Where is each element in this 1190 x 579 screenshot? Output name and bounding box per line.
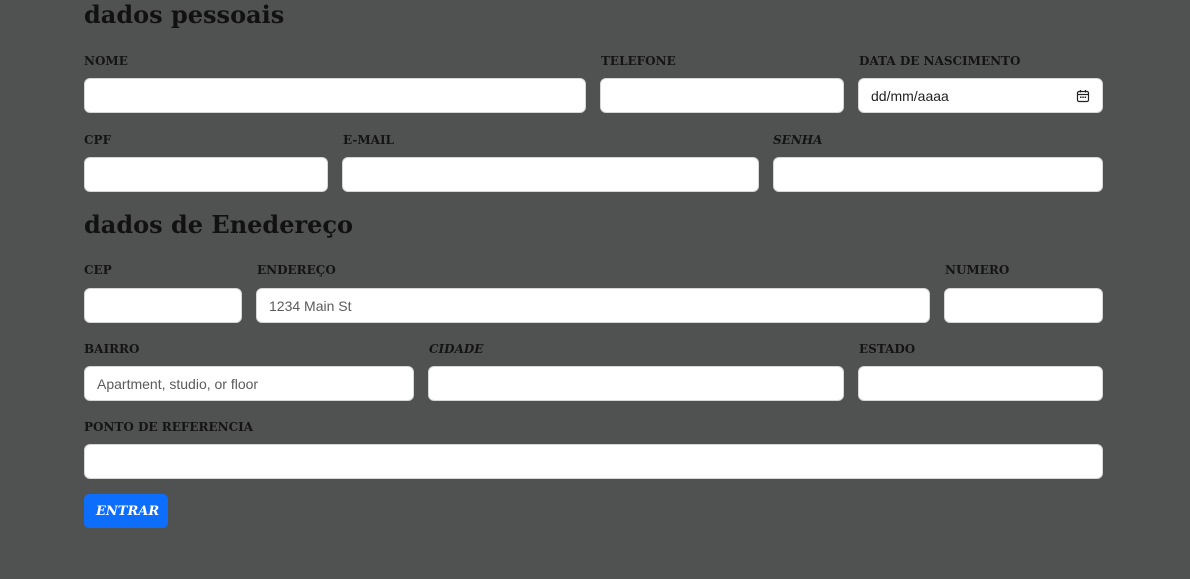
bairro-label: BAIRRO (84, 342, 140, 356)
referencia-label: PONTO DE REFERENCIA (84, 420, 254, 434)
nome-input[interactable] (84, 78, 586, 113)
address-heading: dados de Enedereço (84, 210, 353, 239)
endereco-label: ENDEREÇO (257, 263, 336, 277)
calendar-icon[interactable] (1076, 89, 1090, 103)
nascimento-label: DATA DE NASCIMENTO (859, 54, 1021, 68)
submit-button[interactable]: ENTRAR (84, 494, 168, 528)
nascimento-date-input[interactable]: dd/mm/aaaa (858, 78, 1103, 113)
senha-input[interactable] (773, 157, 1103, 192)
cpf-label: CPF (84, 133, 112, 147)
nome-label: NOME (84, 54, 128, 68)
cpf-input[interactable] (84, 157, 328, 192)
estado-label: ESTADO (859, 342, 916, 356)
telefone-label: TELEFONE (601, 54, 676, 68)
cep-label: CEP (84, 263, 112, 277)
cep-input[interactable] (84, 288, 242, 323)
endereco-input[interactable] (256, 288, 930, 323)
numero-input[interactable] (944, 288, 1103, 323)
date-placeholder: dd/mm/aaaa (871, 87, 949, 104)
senha-label: SENHA (773, 133, 823, 147)
cidade-label: CIDADE (429, 342, 484, 356)
cidade-input[interactable] (428, 366, 844, 401)
estado-input[interactable] (858, 366, 1103, 401)
referencia-input[interactable] (84, 444, 1103, 479)
numero-label: NUMERO (945, 263, 1010, 277)
bairro-input[interactable] (84, 366, 414, 401)
personal-data-heading: dados pessoais (84, 0, 285, 29)
email-input[interactable] (342, 157, 759, 192)
telefone-input[interactable] (600, 78, 844, 113)
registration-form: dados pessoais NOME TELEFONE DATA DE NAS… (0, 0, 1190, 579)
email-label: E-MAIL (343, 133, 394, 147)
